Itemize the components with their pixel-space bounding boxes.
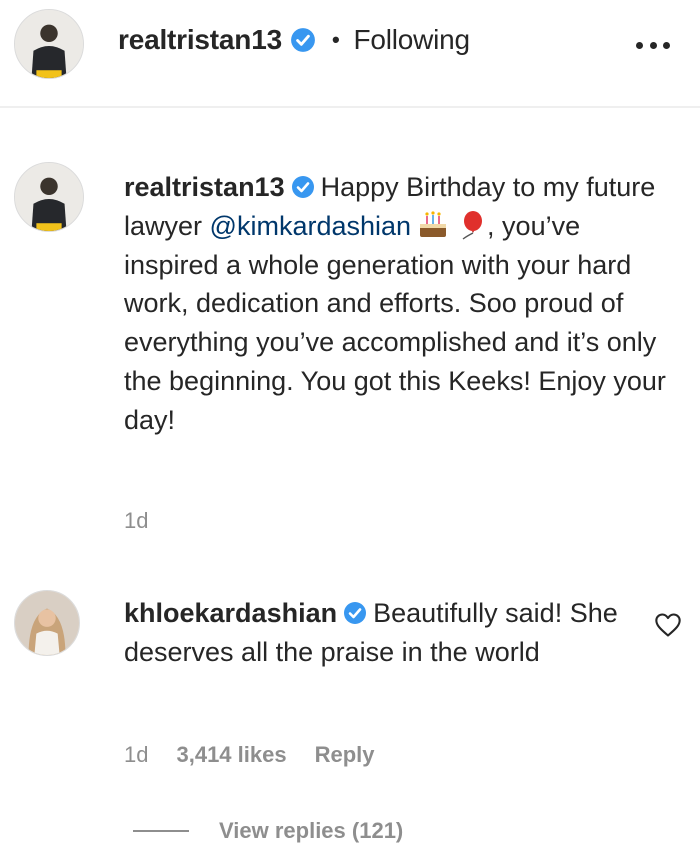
more-options-icon[interactable] <box>636 40 670 50</box>
more-dot <box>663 41 670 49</box>
caption-timestamp: 1d <box>124 508 149 533</box>
caption-text: realtristan13 Happy Birthday to my future… <box>124 168 674 440</box>
header-avatar[interactable] <box>14 9 84 79</box>
balloon-emoji <box>455 210 487 240</box>
post-header: realtristan13 • Following <box>0 0 700 108</box>
separator-dot: • <box>331 27 340 52</box>
user-avatar-icon <box>15 591 79 655</box>
header-username[interactable]: realtristan13 <box>118 24 282 56</box>
more-dot <box>636 41 643 49</box>
header-user-row: realtristan13 • Following <box>118 24 470 56</box>
comment-timestamp: 1d <box>124 742 149 767</box>
verified-badge-icon <box>290 27 316 53</box>
user-avatar-icon <box>15 163 83 231</box>
comment-text: khloekardashian Beautifully said! She des… <box>124 594 624 671</box>
view-replies-label: View replies (121) <box>219 818 404 843</box>
comment-username[interactable]: khloekardashian <box>124 598 337 628</box>
comment-meta: 1d 3,414 likes Reply <box>124 742 403 768</box>
verified-badge-icon <box>291 175 315 199</box>
more-dot <box>649 41 657 49</box>
following-button[interactable]: Following <box>353 24 470 56</box>
user-avatar-icon <box>15 10 83 78</box>
birthday-cake-emoji <box>417 210 449 240</box>
comment-likes[interactable]: 3,414 likes <box>176 742 286 768</box>
reply-button[interactable]: Reply <box>315 742 375 768</box>
replies-divider <box>133 830 189 832</box>
caption-part-2: , you’ve inspired a whole generation wit… <box>124 210 666 435</box>
caption-username[interactable]: realtristan13 <box>124 172 285 202</box>
view-replies-button[interactable]: View replies (121) <box>133 818 403 844</box>
caption-avatar[interactable] <box>14 162 84 232</box>
heart-icon[interactable] <box>654 612 682 638</box>
verified-badge-icon <box>343 601 367 625</box>
mention-link[interactable]: @kimkardashian <box>210 211 412 241</box>
comment-avatar[interactable] <box>14 590 80 656</box>
